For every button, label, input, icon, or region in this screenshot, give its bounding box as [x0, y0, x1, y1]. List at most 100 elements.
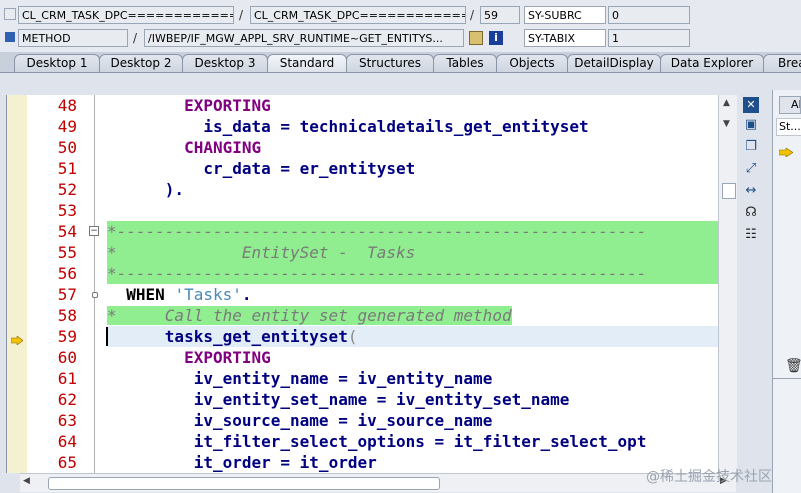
- copy-icon[interactable]: ❐: [743, 139, 759, 155]
- line-number: 59: [57, 327, 77, 346]
- scroll-left-icon[interactable]: ◀: [23, 476, 30, 486]
- scroll-thumb[interactable]: [48, 477, 440, 490]
- scroll-thumb[interactable]: [722, 183, 736, 199]
- line-number: 48: [57, 96, 77, 115]
- type-field[interactable]: METHOD: [18, 29, 128, 47]
- line-number: 54: [57, 222, 77, 241]
- code-line[interactable]: iv_entity_set_name = iv_entity_set_name: [107, 389, 737, 410]
- program-field[interactable]: CL_CRM_TASK_DPC==============: [18, 6, 234, 24]
- line-number: 62: [57, 390, 77, 409]
- line-number: 63: [57, 411, 77, 430]
- code-text: cr_data = er_entityset: [203, 159, 416, 178]
- code-area[interactable]: EXPORTING is_data = technicaldetails_get…: [106, 95, 737, 473]
- line-number: 49: [57, 117, 77, 136]
- tab-objects[interactable]: Objects: [496, 54, 568, 72]
- code-line[interactable]: iv_source_name = iv_source_name: [107, 410, 737, 431]
- code-line[interactable]: tasks_get_entityset(: [106, 326, 737, 347]
- code-text: iv_entity_name = iv_entity_name: [193, 369, 493, 388]
- tree-icon[interactable]: ☷: [743, 227, 759, 243]
- fold-toggle-icon[interactable]: −: [89, 226, 99, 236]
- headset-icon[interactable]: ☊: [743, 205, 759, 221]
- code-line[interactable]: it_order = it_order: [107, 452, 737, 473]
- method-field[interactable]: /IWBEP/IF_MGW_APPL_SRV_RUNTIME~GET_ENTIT…: [144, 29, 464, 47]
- code-line[interactable]: WHEN 'Tasks'.: [107, 284, 737, 305]
- method-icon: [5, 32, 15, 42]
- code-line[interactable]: * EntitySet - Tasks: [107, 242, 737, 263]
- line-number: 58: [57, 306, 77, 325]
- variable-value-field-2[interactable]: 1: [608, 29, 690, 47]
- line-number: 52: [57, 180, 77, 199]
- code-text: it_filter_select_options = it_filter_sel…: [193, 432, 647, 451]
- vertical-scrollbar[interactable]: ▲ ▼: [718, 95, 737, 473]
- code-text: WHEN 'Tasks'.: [126, 285, 252, 304]
- code-text: iv_source_name = iv_source_name: [193, 411, 493, 430]
- navigate-icon[interactable]: [469, 31, 483, 45]
- code-text: iv_entity_set_name = iv_entity_set_name: [193, 390, 570, 409]
- line-number: 55: [57, 243, 77, 262]
- variable-value-field[interactable]: 0: [608, 6, 690, 24]
- horizontal-scrollbar[interactable]: ◀ ▶: [20, 473, 736, 492]
- expand-icon[interactable]: ⤢: [743, 161, 759, 177]
- code-line[interactable]: cr_data = er_entityset: [107, 158, 737, 179]
- variable-name-field-2[interactable]: SY-TABIX: [524, 29, 606, 47]
- code-text: ).: [164, 180, 185, 199]
- code-line[interactable]: it_filter_select_options = it_filter_sel…: [107, 431, 737, 452]
- code-text: it_order = it_order: [193, 453, 377, 472]
- panel-column-header[interactable]: AB: [779, 96, 801, 114]
- separator: /: [239, 8, 244, 22]
- code-line[interactable]: iv_entity_name = iv_entity_name: [107, 368, 737, 389]
- editor-toolbar: ✕ ▣ ❐ ⤢ ↔ ☊ ☷: [740, 95, 764, 255]
- separator: /: [470, 8, 475, 22]
- arrows-icon[interactable]: ↔: [743, 183, 759, 199]
- new-icon[interactable]: ▣: [743, 117, 759, 133]
- tab-tables[interactable]: Tables: [433, 54, 497, 72]
- line-number: 53: [57, 201, 77, 220]
- code-text: *---------------------------------------…: [107, 264, 647, 283]
- debug-arrow-icon: [778, 142, 794, 158]
- variable-name-field[interactable]: SY-SUBRC: [524, 6, 606, 24]
- tab-breakpoints[interactable]: Brea: [763, 54, 801, 72]
- line-number: 65: [57, 453, 77, 472]
- include-field[interactable]: CL_CRM_TASK_DPC==============: [250, 6, 466, 24]
- panel-cell[interactable]: St...: [776, 118, 801, 136]
- tab-structures[interactable]: Structures: [346, 54, 434, 72]
- line-field[interactable]: 59: [480, 6, 520, 24]
- code-line[interactable]: [107, 200, 737, 221]
- fold-guide: [94, 95, 95, 473]
- tab-standard[interactable]: Standard: [267, 54, 347, 72]
- breakpoint-gutter[interactable]: [7, 95, 28, 473]
- code-line[interactable]: ).: [107, 179, 737, 200]
- code-line[interactable]: is_data = technicaldetails_get_entityset: [107, 116, 737, 137]
- separator: /: [133, 31, 138, 45]
- line-number: 64: [57, 432, 77, 451]
- line-number: 51: [57, 159, 77, 178]
- source-code-editor[interactable]: 48 49 50 51 52 53 54 55 56 57 58 59 60 61 62 63 64 65 − E…: [6, 95, 737, 473]
- tab-desktop-1[interactable]: Desktop 1: [14, 54, 100, 72]
- tab-detail-display[interactable]: DetailDisplay: [567, 54, 661, 72]
- code-line[interactable]: *---------------------------------------…: [107, 221, 737, 242]
- tab-desktop-3[interactable]: Desktop 3: [182, 54, 268, 72]
- line-number: 60: [57, 348, 77, 367]
- info-icon[interactable]: i: [489, 31, 503, 45]
- tab-data-explorer[interactable]: Data Explorer: [660, 54, 764, 72]
- trash-icon[interactable]: 🗑: [785, 358, 801, 374]
- scroll-down-icon[interactable]: ▼: [723, 119, 730, 129]
- watermark: @稀土掘金技术社区: [646, 469, 772, 485]
- variables-panel: AB St... 🗑: [772, 90, 801, 493]
- code-line[interactable]: *---------------------------------------…: [107, 263, 737, 284]
- code-line[interactable]: CHANGING: [107, 137, 737, 158]
- close-icon[interactable]: ✕: [743, 97, 759, 113]
- code-line[interactable]: EXPORTING: [107, 347, 737, 368]
- tab-desktop-2[interactable]: Desktop 2: [99, 54, 183, 72]
- line-number: 57: [57, 285, 77, 304]
- line-number: 56: [57, 264, 77, 283]
- code-line[interactable]: * Call the entity set generated method: [107, 305, 737, 326]
- panel-divider: [773, 378, 801, 379]
- scroll-up-icon[interactable]: ▲: [723, 98, 730, 108]
- fold-node-icon: [92, 292, 98, 298]
- code-text: * EntitySet - Tasks: [107, 243, 416, 262]
- code-text: EXPORTING: [184, 96, 271, 115]
- debugger-header: CL_CRM_TASK_DPC============== / CL_CRM_T…: [0, 0, 801, 52]
- code-line[interactable]: EXPORTING: [107, 95, 737, 116]
- text-cursor: [106, 327, 108, 346]
